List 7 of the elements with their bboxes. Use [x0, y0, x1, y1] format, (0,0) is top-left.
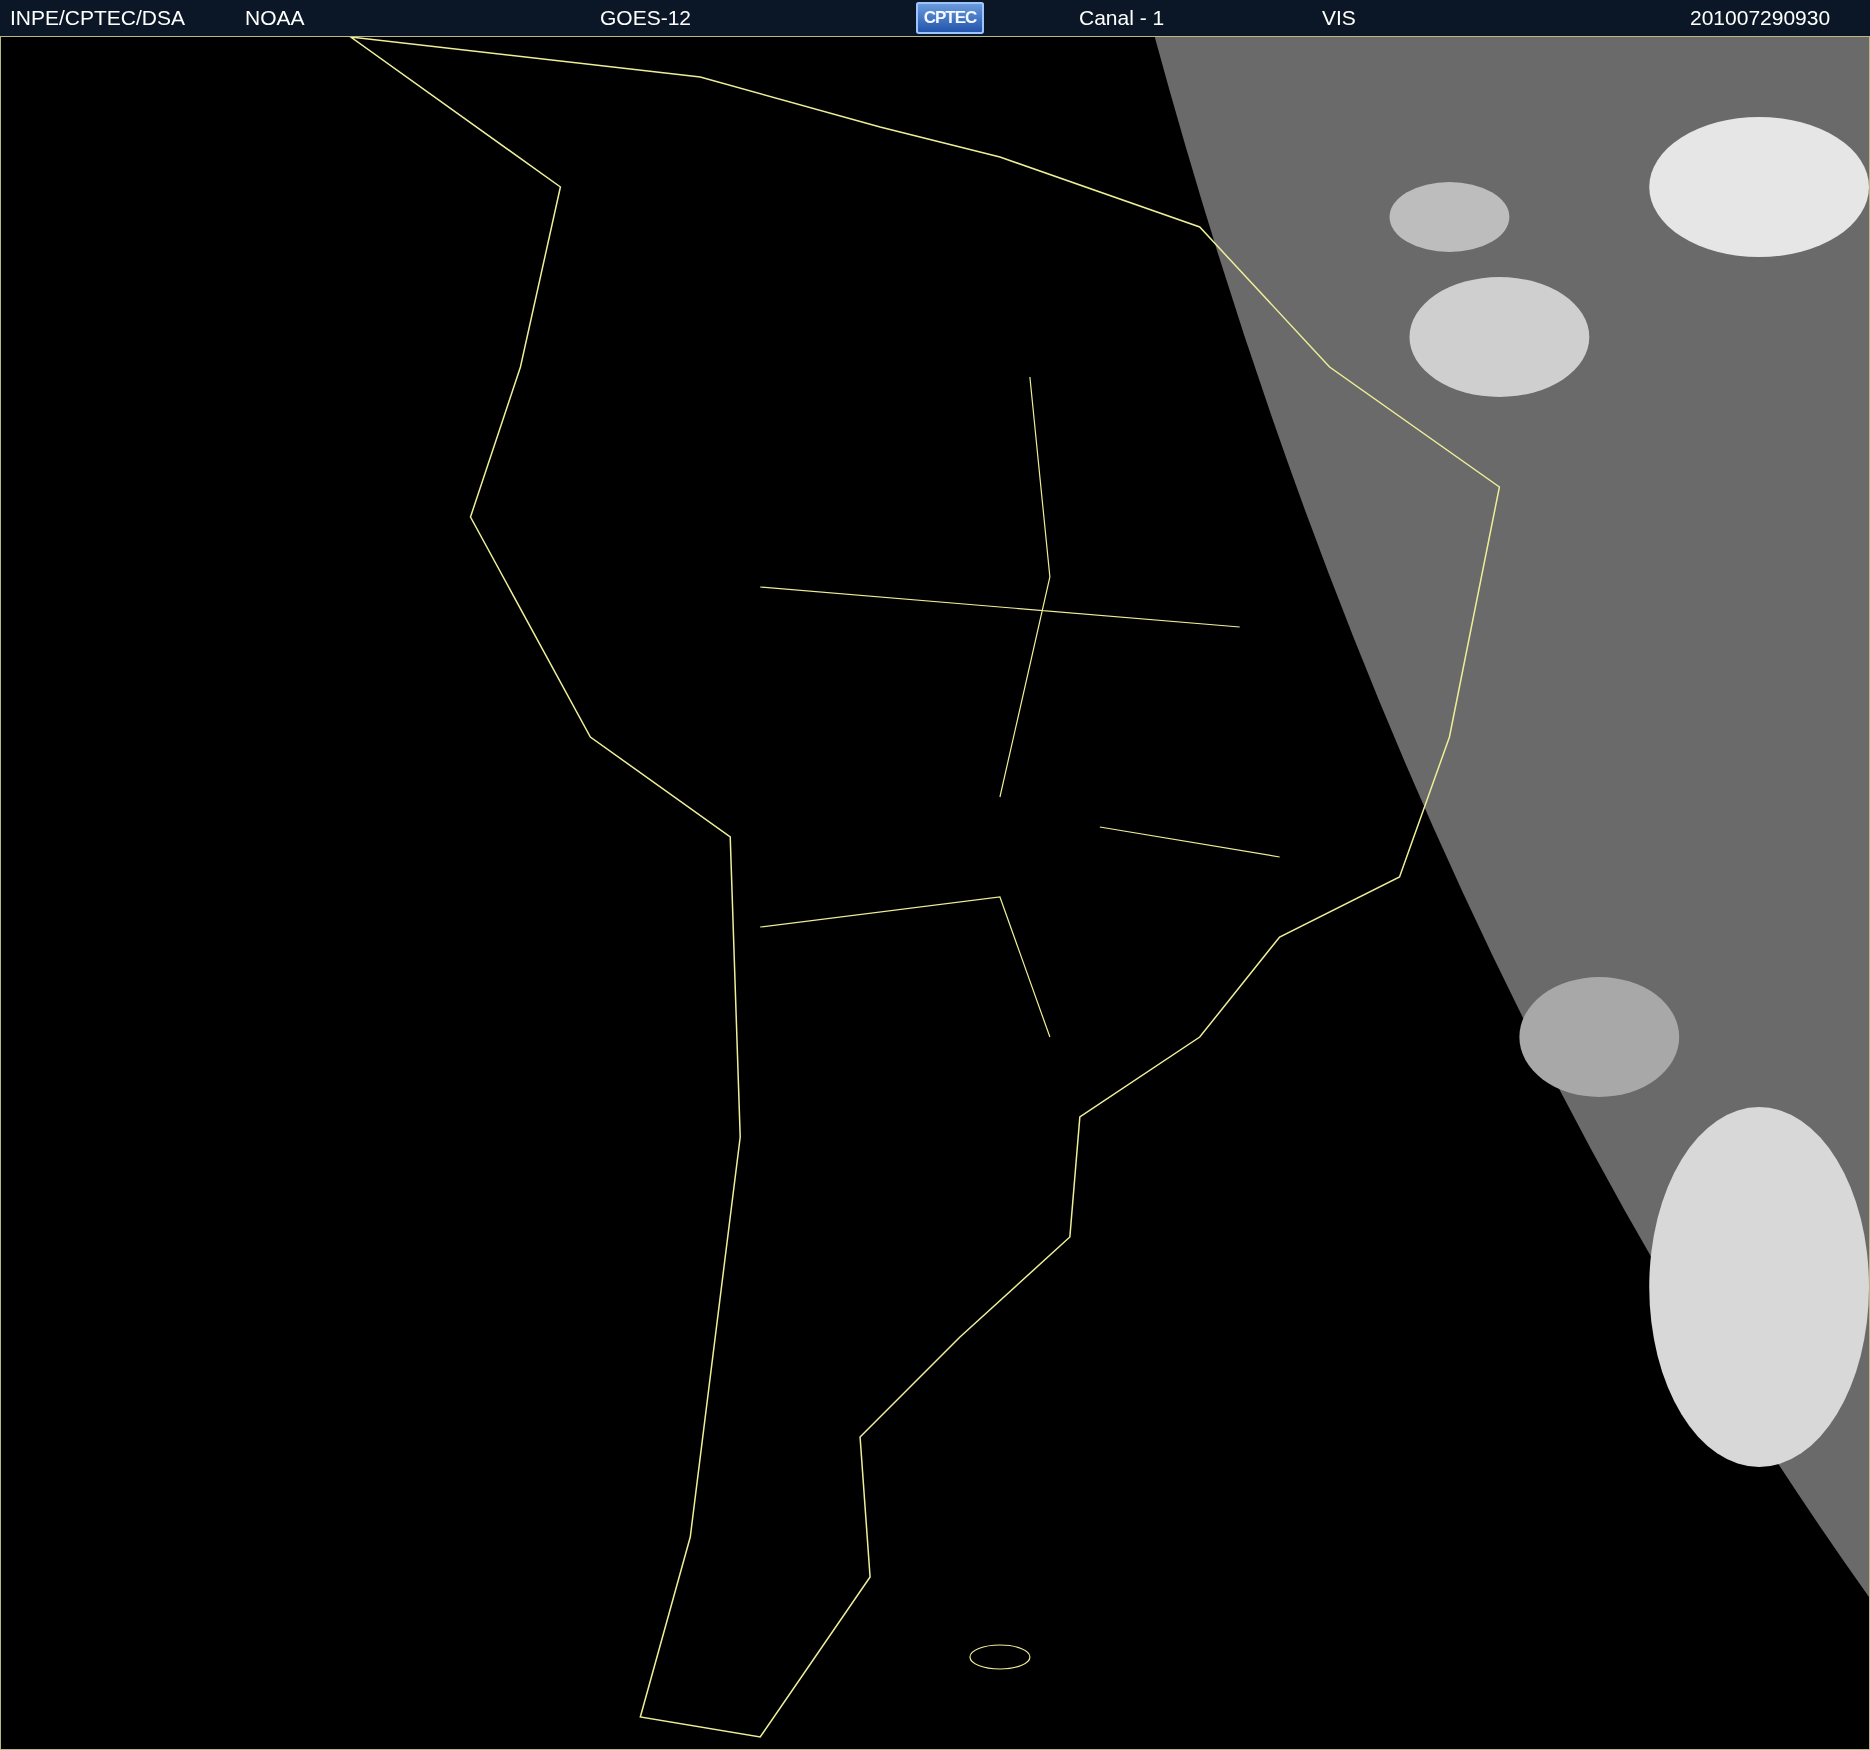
source-label: INPE/CPTEC/DSA	[10, 6, 186, 30]
logo: CPTEC	[916, 2, 984, 34]
agency-label: NOAA	[245, 6, 305, 30]
band-label: VIS	[1322, 6, 1356, 30]
channel-label: Canal - 1	[1079, 6, 1165, 30]
timestamp-label: 201007290930	[1690, 6, 1831, 30]
satellite-label: GOES-12	[600, 6, 692, 30]
